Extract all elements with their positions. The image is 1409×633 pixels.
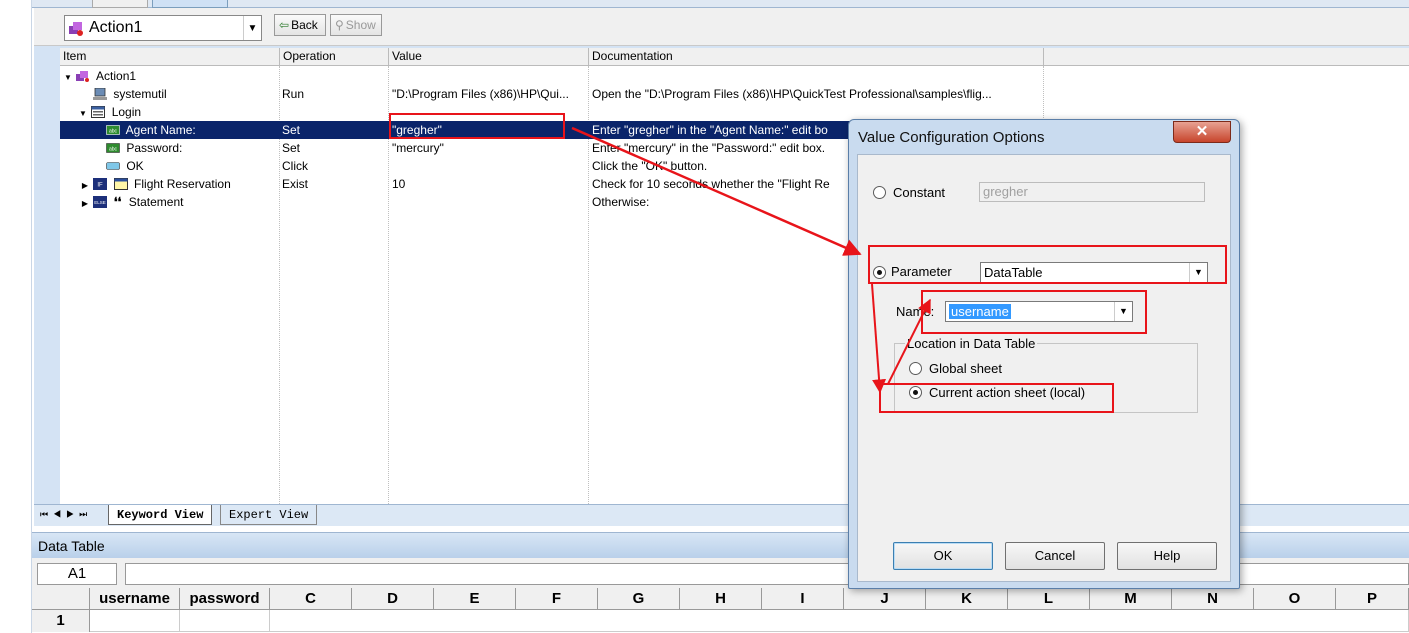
back-arrow-icon: ⇦: [279, 18, 290, 32]
dialog-window-icon: [91, 106, 106, 118]
column-header[interactable]: K: [926, 588, 1008, 610]
svg-text:ELSE: ELSE: [95, 200, 107, 205]
help-button[interactable]: Help: [1117, 542, 1217, 570]
action-toolbar: Action1 ▼ ⇦ Back ⚲ Show: [34, 8, 1409, 46]
annotation-box-value: [389, 113, 565, 139]
close-button[interactable]: ✕: [1173, 121, 1231, 143]
column-header-item[interactable]: Item: [60, 48, 280, 66]
close-icon: ✕: [1195, 123, 1209, 140]
expand-triangle-icon[interactable]: ▼: [78, 105, 88, 121]
corner-header[interactable]: [32, 588, 90, 610]
tab-navigation-arrows-icon[interactable]: ⏮◀▶⏭: [40, 509, 92, 520]
magnifier-icon: ⚲: [335, 18, 344, 32]
edit-box-icon: abc: [106, 125, 120, 135]
document-tab-strip: [32, 0, 1409, 8]
table-row[interactable]: ▼ Action1: [60, 67, 1044, 85]
svg-text:abc: abc: [109, 129, 118, 135]
column-header[interactable]: I: [762, 588, 844, 610]
column-header-operation[interactable]: Operation: [280, 48, 389, 66]
global-sheet-radio[interactable]: [909, 362, 922, 375]
column-header[interactable]: L: [1008, 588, 1090, 610]
global-sheet-label: Global sheet: [929, 361, 1002, 376]
column-header[interactable]: D: [352, 588, 434, 610]
tab-expert-view[interactable]: Expert View: [220, 505, 318, 525]
table-row[interactable]: systemutil Run "D:\Program Files (x86)\H…: [60, 85, 1044, 103]
window-icon: [113, 178, 128, 190]
ok-button[interactable]: OK: [893, 542, 993, 570]
column-header[interactable]: M: [1090, 588, 1172, 610]
show-button[interactable]: ⚲ Show: [330, 14, 382, 36]
action-selector[interactable]: Action1 ▼: [64, 15, 262, 41]
chevron-down-icon[interactable]: ▼: [243, 16, 261, 40]
data-table-grid: username password C D E F G H I J K L M …: [32, 588, 1409, 633]
constant-label: Constant: [893, 185, 946, 200]
column-header[interactable]: H: [680, 588, 762, 610]
computer-icon: [93, 88, 107, 100]
annotation-box-location: [879, 383, 1114, 413]
document-tab-active[interactable]: [152, 0, 228, 8]
column-header[interactable]: F: [516, 588, 598, 610]
else-statement-icon: ELSE: [93, 196, 108, 208]
column-header-value[interactable]: Value: [389, 48, 589, 66]
constant-value-field: gregher: [979, 182, 1205, 202]
action-icon: [76, 71, 90, 82]
column-header[interactable]: O: [1254, 588, 1336, 610]
constant-radio[interactable]: [873, 186, 886, 199]
column-header[interactable]: C: [270, 588, 352, 610]
tab-keyword-view[interactable]: Keyword View: [108, 505, 213, 525]
dialog-body: Constant gregher Parameter DataTable ▼ N…: [857, 154, 1231, 582]
action-selector-value: Action1: [89, 19, 143, 36]
collapse-triangle-icon[interactable]: ▶: [80, 177, 90, 193]
edit-box-icon: abc: [106, 143, 120, 153]
row-header[interactable]: 1: [32, 610, 90, 632]
svg-text:abc: abc: [109, 147, 118, 153]
left-panel-strip: [0, 0, 32, 633]
column-header[interactable]: N: [1172, 588, 1254, 610]
cancel-button[interactable]: Cancel: [1005, 542, 1105, 570]
cell-reference-box[interactable]: A1: [37, 563, 117, 585]
data-cell[interactable]: [270, 610, 1409, 632]
svg-text:IF: IF: [98, 183, 104, 189]
location-group-legend: Location in Data Table: [905, 336, 1038, 351]
action-icon: [69, 22, 83, 36]
value-configuration-dialog: Value Configuration Options ✕ Constant g…: [848, 119, 1240, 589]
column-header[interactable]: E: [434, 588, 516, 610]
column-header-username[interactable]: username: [90, 588, 180, 610]
column-header[interactable]: G: [598, 588, 680, 610]
annotation-box-name: [921, 290, 1147, 334]
column-header-documentation[interactable]: Documentation: [589, 48, 1044, 66]
column-header[interactable]: P: [1336, 588, 1409, 610]
comment-quote-icon: ❛❛: [113, 195, 122, 209]
annotation-box-parameter: [868, 245, 1227, 284]
dialog-title: Value Configuration Options: [858, 129, 1045, 146]
data-cell[interactable]: [90, 610, 180, 632]
data-cell[interactable]: [180, 610, 270, 632]
document-tab-inactive[interactable]: [92, 0, 148, 8]
back-button[interactable]: ⇦ Back: [274, 14, 326, 36]
column-header-password[interactable]: password: [180, 588, 270, 610]
expand-triangle-icon[interactable]: ▼: [63, 69, 73, 85]
if-statement-icon: IF: [93, 178, 108, 190]
column-header-empty: [1044, 48, 1409, 66]
column-header[interactable]: J: [844, 588, 926, 610]
collapse-triangle-icon[interactable]: ▶: [80, 195, 90, 211]
dialog-titlebar[interactable]: Value Configuration Options ✕: [849, 120, 1239, 154]
button-object-icon: [106, 162, 120, 170]
